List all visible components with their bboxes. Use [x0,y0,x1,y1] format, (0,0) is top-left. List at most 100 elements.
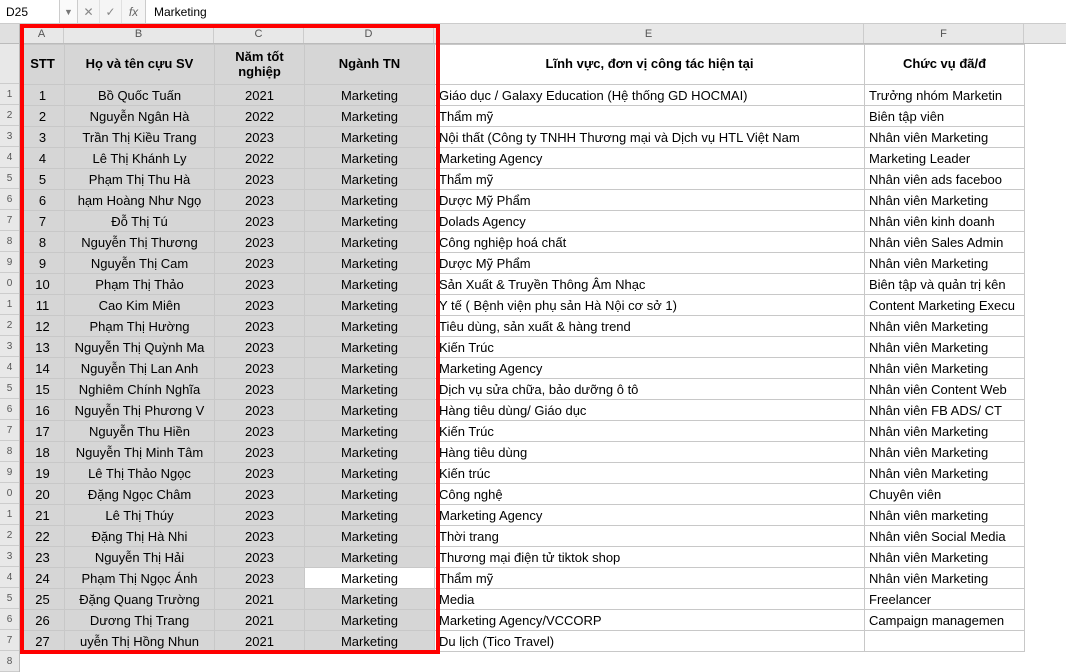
cell-year[interactable]: 2023 [215,547,305,568]
row-header[interactable]: 3 [0,336,19,357]
cell-position[interactable]: Nhân viên Marketing [865,421,1025,442]
cell-name[interactable]: Phạm Thị Thảo [65,274,215,295]
cell-position[interactable]: Nhân viên marketing [865,505,1025,526]
cell-year[interactable]: 2021 [215,589,305,610]
row-header[interactable]: 5 [0,168,19,189]
cell-position[interactable]: Nhân viên Marketing [865,337,1025,358]
col-header[interactable]: C [214,24,304,43]
cell-stt[interactable]: 20 [21,484,65,505]
cell-stt[interactable]: 13 [21,337,65,358]
data-table[interactable]: STT Họ và tên cựu SV Năm tốt nghiệp Ngàn… [20,44,1025,652]
cell-year[interactable]: 2023 [215,253,305,274]
select-all-corner[interactable] [0,24,19,44]
cell-stt[interactable]: 3 [21,127,65,148]
cell-major[interactable]: Marketing [305,232,435,253]
cell-year[interactable]: 2023 [215,274,305,295]
cell-field[interactable]: Thẩm mỹ [435,169,865,190]
cell-position[interactable]: Nhân viên Content Web [865,379,1025,400]
cell-year[interactable]: 2023 [215,316,305,337]
row-header[interactable]: 2 [0,315,19,336]
header-stt[interactable]: STT [21,45,65,85]
cell-name[interactable]: Nghiêm Chính Nghĩa [65,379,215,400]
cell-year[interactable]: 2023 [215,505,305,526]
cell-name[interactable]: Đỗ Thị Tú [65,211,215,232]
cell-major[interactable]: Marketing [305,505,435,526]
row-header[interactable]: 4 [0,567,19,588]
cell-major[interactable]: Marketing [305,253,435,274]
cell-major[interactable]: Marketing [305,631,435,652]
cell-field[interactable]: Nội thất (Công ty TNHH Thương mại và Dịc… [435,127,865,148]
cell-field[interactable]: Du lịch (Tico Travel) [435,631,865,652]
cell-position[interactable]: Content Marketing Execu [865,295,1025,316]
cell-year[interactable]: 2023 [215,463,305,484]
cell-field[interactable]: Marketing Agency [435,148,865,169]
col-header[interactable]: A [20,24,64,43]
cell-field[interactable]: Sản Xuất & Truyền Thông Âm Nhạc [435,274,865,295]
cell-field[interactable]: Tiêu dùng, sản xuất & hàng trend [435,316,865,337]
cell-stt[interactable]: 22 [21,526,65,547]
cell-name[interactable]: Đặng Ngọc Châm [65,484,215,505]
row-header[interactable]: 8 [0,651,19,672]
cell-position[interactable]: Nhân viên Marketing [865,463,1025,484]
cell-year[interactable]: 2023 [215,484,305,505]
cell-stt[interactable]: 8 [21,232,65,253]
cell-field[interactable]: Dịch vụ sửa chữa, bảo dưỡng ô tô [435,379,865,400]
cell-field[interactable]: Dược Mỹ Phẩm [435,253,865,274]
cell-field[interactable]: Dược Mỹ Phẩm [435,190,865,211]
cell-field[interactable]: Công nghệ [435,484,865,505]
cell-major[interactable]: Marketing [305,589,435,610]
cell-name[interactable]: Nguyễn Thị Quỳnh Ma [65,337,215,358]
cell-year[interactable]: 2023 [215,358,305,379]
row-header[interactable]: 0 [0,273,19,294]
cell-position[interactable]: Nhân viên Marketing [865,316,1025,337]
cell-major[interactable]: Marketing [305,484,435,505]
cell-year[interactable]: 2023 [215,190,305,211]
row-header[interactable]: 7 [0,420,19,441]
cell-name[interactable]: Nguyễn Thị Thương [65,232,215,253]
header-position[interactable]: Chức vụ đã/đ [865,45,1025,85]
row-header[interactable]: 1 [0,504,19,525]
row-header[interactable]: 4 [0,147,19,168]
row-header[interactable]: 0 [0,483,19,504]
row-header[interactable]: 9 [0,252,19,273]
cell-field[interactable]: Hàng tiêu dùng/ Giáo dục [435,400,865,421]
cell-major[interactable]: Marketing [305,316,435,337]
fx-icon[interactable]: fx [122,0,146,23]
header-name[interactable]: Họ và tên cựu SV [65,45,215,85]
cell-position[interactable]: Nhân viên Marketing [865,547,1025,568]
cell-year[interactable]: 2023 [215,379,305,400]
cell-stt[interactable]: 18 [21,442,65,463]
cell-year[interactable]: 2023 [215,400,305,421]
cell-name[interactable]: Dương Thị Trang [65,610,215,631]
cell-name[interactable]: Phạm Thị Thu Hà [65,169,215,190]
row-header[interactable]: 4 [0,357,19,378]
cell-major[interactable]: Marketing [305,190,435,211]
cell-position[interactable]: Biên tập và quản trị kên [865,274,1025,295]
cell-year[interactable]: 2023 [215,232,305,253]
cell-year[interactable]: 2022 [215,106,305,127]
cell-major[interactable]: Marketing [305,337,435,358]
cell-name[interactable]: hạm Hoàng Như Ngọ [65,190,215,211]
cell-year[interactable]: 2023 [215,442,305,463]
cell-stt[interactable]: 12 [21,316,65,337]
cell-major[interactable]: Marketing [305,211,435,232]
cell-major[interactable]: Marketing [305,358,435,379]
cell-major[interactable]: Marketing [305,85,435,106]
row-header[interactable]: 8 [0,441,19,462]
cell-stt[interactable]: 17 [21,421,65,442]
cell-stt[interactable]: 9 [21,253,65,274]
cell-stt[interactable]: 24 [21,568,65,589]
cell-stt[interactable]: 7 [21,211,65,232]
cell-position[interactable]: Nhân viên ads faceboo [865,169,1025,190]
cell-field[interactable]: Kiến Trúc [435,337,865,358]
cell-major[interactable]: Marketing [305,106,435,127]
row-header[interactable]: 6 [0,609,19,630]
cell-field[interactable]: Marketing Agency/VCCORP [435,610,865,631]
cell-position[interactable]: Freelancer [865,589,1025,610]
cell-name[interactable]: Trần Thị Kiều Trang [65,127,215,148]
row-header[interactable]: 1 [0,294,19,315]
cell-year[interactable]: 2021 [215,85,305,106]
enter-icon[interactable]: ✓ [100,0,122,23]
cell-field[interactable]: Thời trang [435,526,865,547]
cell-name[interactable]: Nguyễn Thị Lan Anh [65,358,215,379]
